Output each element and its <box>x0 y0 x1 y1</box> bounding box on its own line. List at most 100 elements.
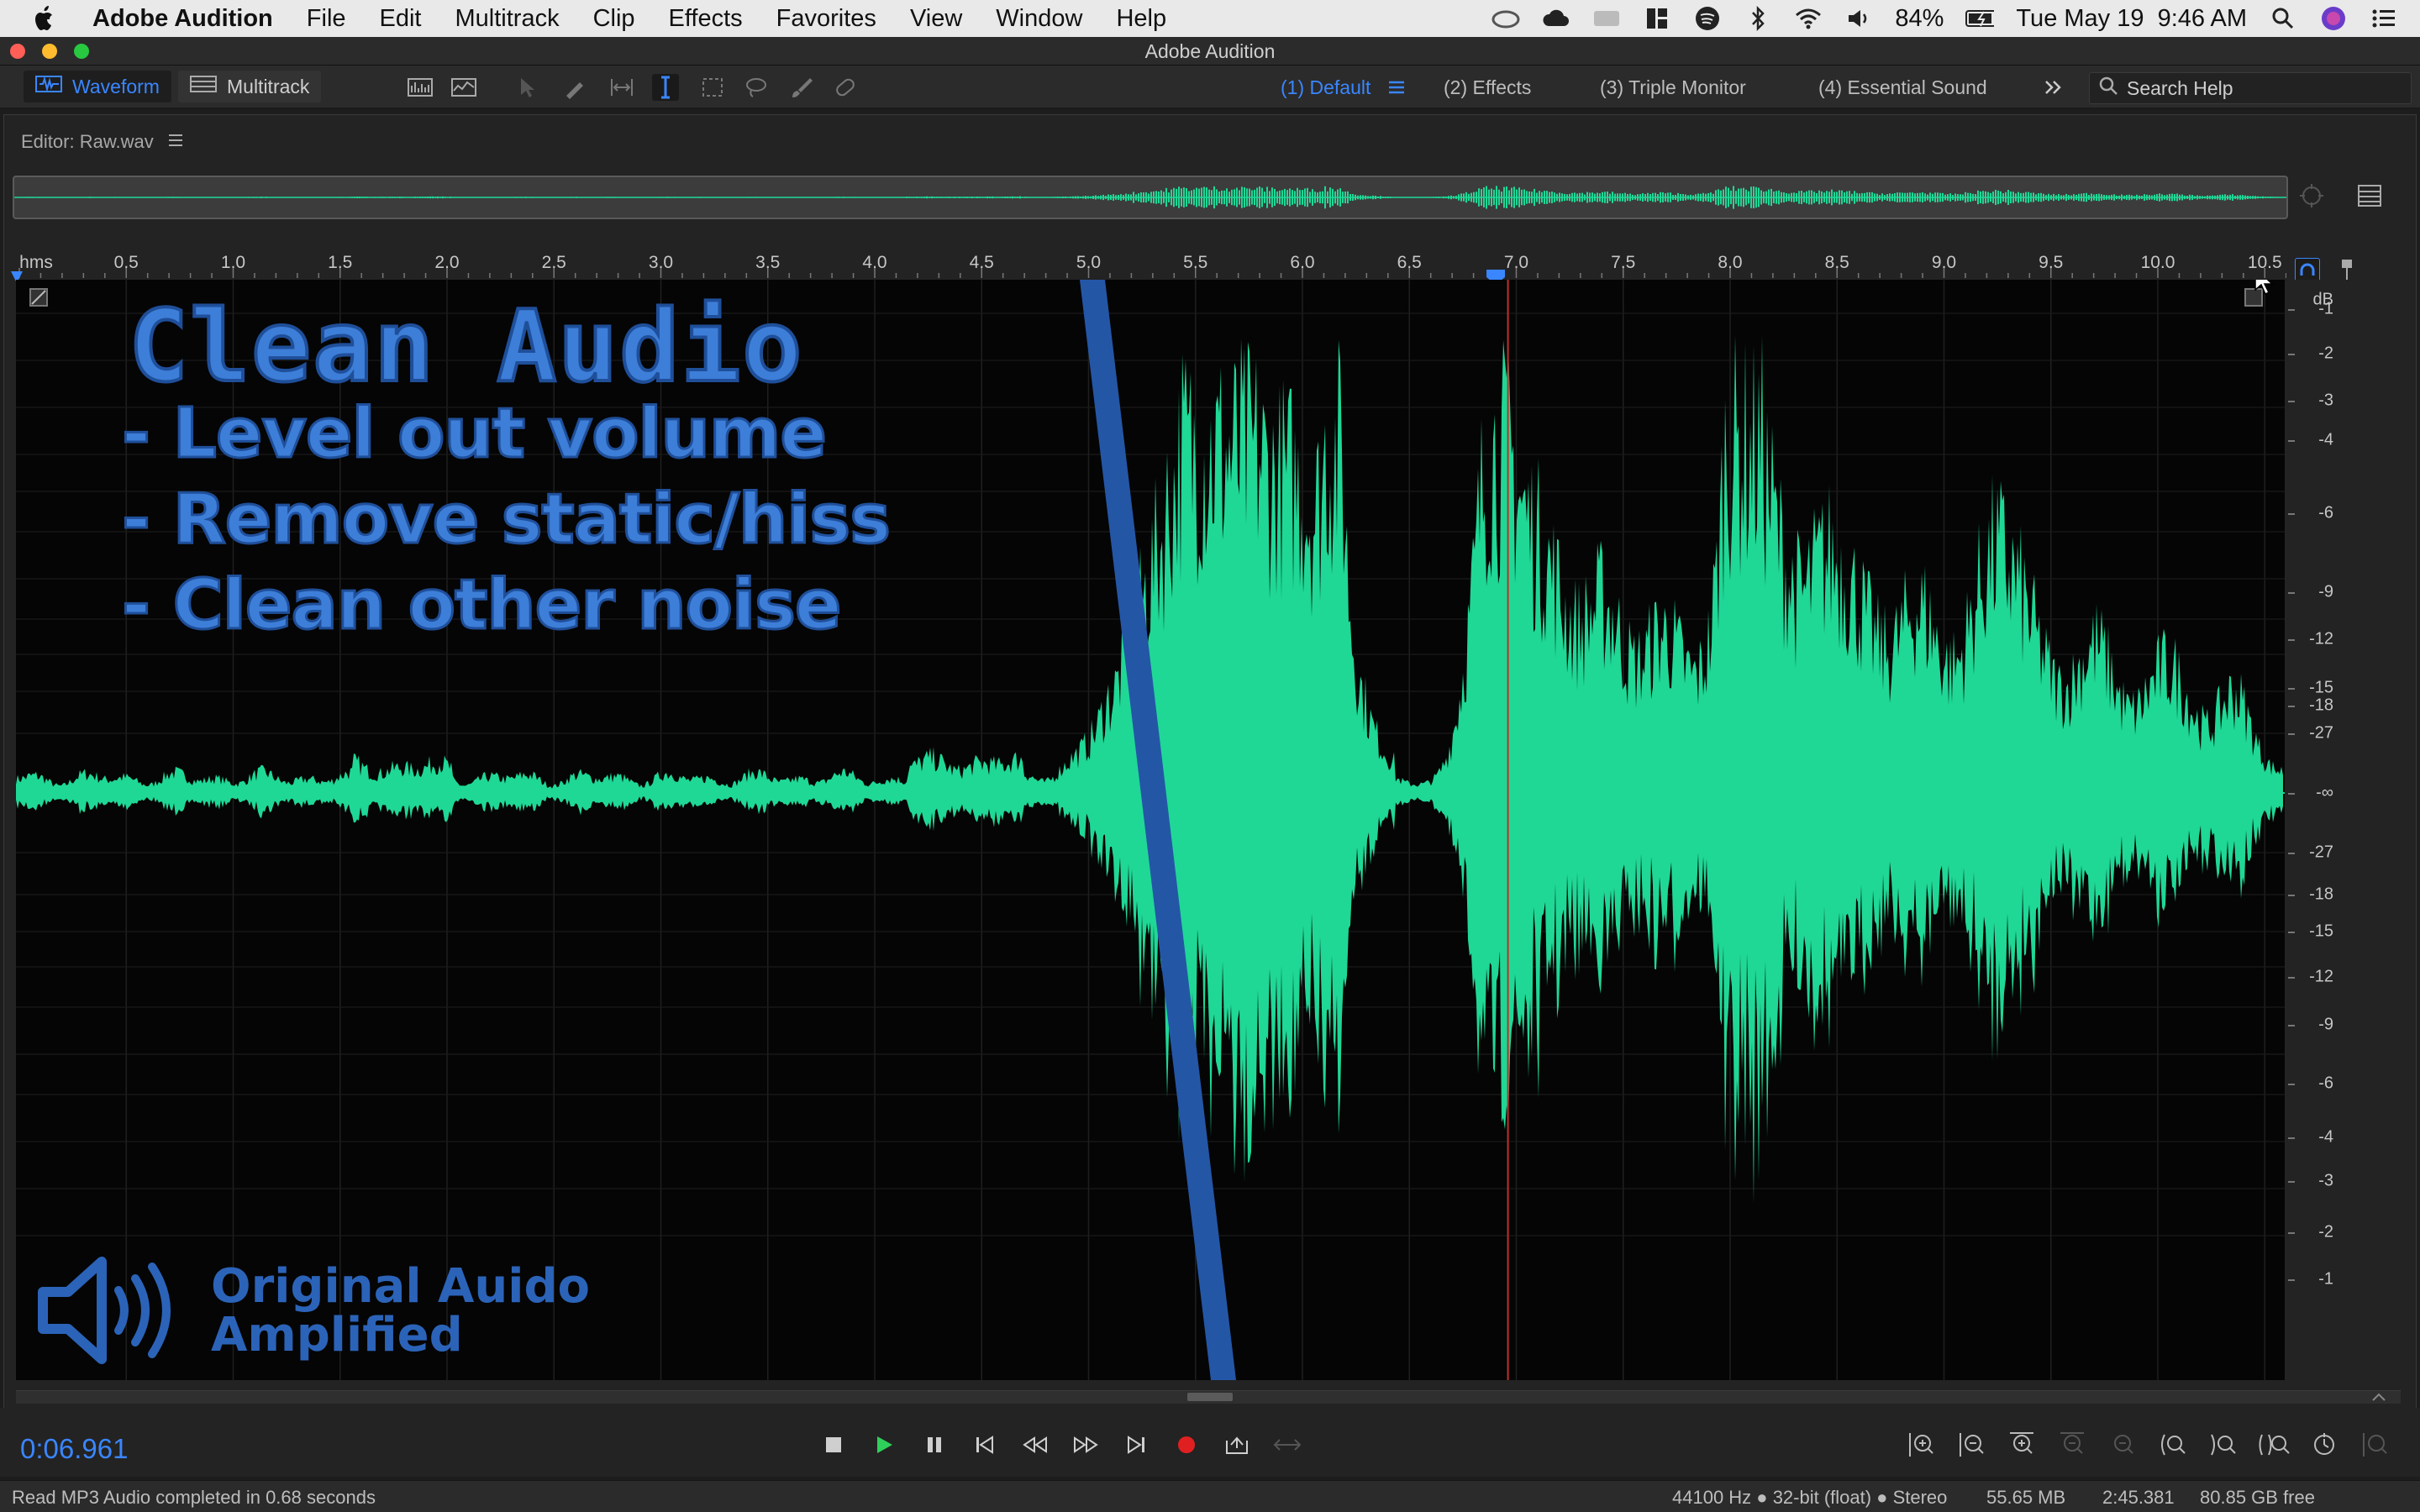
menu-edit[interactable]: Edit <box>380 5 422 33</box>
spotify-icon[interactable] <box>1693 6 1722 31</box>
ruler-tick-label: 4.5 <box>969 253 994 272</box>
cloud-sync-icon[interactable] <box>1542 6 1570 31</box>
db-scale-label: -18 <box>2309 696 2333 715</box>
db-scale-label: -18 <box>2309 885 2333 904</box>
close-window-button[interactable] <box>10 44 25 59</box>
lasso-selection-icon[interactable] <box>743 74 770 101</box>
slip-tool-icon[interactable] <box>608 74 635 101</box>
editor-title[interactable]: Editor: Raw.wav <box>21 131 154 153</box>
creative-cloud-icon[interactable] <box>1491 6 1520 31</box>
zoom-selection-icon[interactable] <box>2257 1428 2291 1462</box>
panel-menu-icon[interactable] <box>167 131 184 153</box>
previous-button[interactable] <box>968 1428 1002 1462</box>
zoom-out-full-icon[interactable] <box>2106 1428 2139 1462</box>
horizontal-scrollbar[interactable] <box>16 1390 2401 1404</box>
ruler-tick-label: 7.5 <box>1611 253 1636 272</box>
volume-icon[interactable] <box>1844 6 1873 31</box>
razor-tool-icon[interactable] <box>561 74 588 101</box>
pause-button[interactable] <box>918 1428 951 1462</box>
overview-options-icon[interactable] <box>2357 184 2382 212</box>
zoom-fit-icon[interactable] <box>2358 1428 2391 1462</box>
menu-multitrack[interactable]: Multitrack <box>455 5 560 33</box>
time-ruler[interactable]: hms 0.5 1.0 1.5 2.0 2.5 3.0 3.5 4.0 4.5 5.0 5.5 6.0… <box>16 253 2286 278</box>
zoom-reset-icon[interactable] <box>2307 1428 2341 1462</box>
db-scale-label: -9 <box>2318 582 2333 601</box>
minimize-window-button[interactable] <box>42 44 57 59</box>
spectral-pitch-icon[interactable] <box>450 74 477 101</box>
multitrack-mode-button[interactable]: Multitrack <box>178 71 322 102</box>
menu-view[interactable]: View <box>910 5 962 33</box>
db-scale-label: -12 <box>2309 967 2333 986</box>
zoom-in-time-icon[interactable] <box>2005 1428 2039 1462</box>
siri-icon[interactable] <box>2319 6 2348 31</box>
search-help-field[interactable]: Search Help <box>2089 72 2412 104</box>
menu-help[interactable]: Help <box>1116 5 1166 33</box>
transport-bar: 0:06.961 <box>0 1408 2420 1477</box>
status-file-size: 55.65 MB <box>1986 1487 2066 1508</box>
zoom-out-time-icon[interactable] <box>2055 1428 2089 1462</box>
loop-playback-button[interactable] <box>1220 1428 1254 1462</box>
move-tool-icon[interactable] <box>514 74 541 101</box>
ruler-tick-label: 6.5 <box>1397 253 1422 272</box>
db-scale-tick <box>2288 639 2295 641</box>
workspace-triple-monitor[interactable]: (3) Triple Monitor <box>1600 74 1746 101</box>
zoom-in-at-start-icon[interactable] <box>2156 1428 2190 1462</box>
wifi-icon[interactable] <box>1794 6 1823 31</box>
db-scale-tick <box>2288 932 2295 933</box>
spectral-frequency-icon[interactable] <box>407 74 434 101</box>
fade-in-handle-icon[interactable] <box>29 288 48 307</box>
zoom-in-amplitude-icon[interactable] <box>1904 1428 1938 1462</box>
spotlight-search-icon[interactable] <box>2269 6 2297 31</box>
status-free-space: 80.85 GB free <box>2200 1487 2315 1508</box>
dashboard-icon[interactable] <box>1643 6 1671 31</box>
mouse-cursor-icon <box>2254 280 2277 301</box>
bluetooth-icon[interactable] <box>1744 6 1772 31</box>
zoom-out-amplitude-icon[interactable] <box>1954 1428 1988 1462</box>
keyboard-icon[interactable] <box>1592 6 1621 31</box>
menu-clip[interactable]: Clip <box>593 5 635 33</box>
menubar-datetime[interactable]: Tue May 19 9:46 AM <box>2016 5 2247 33</box>
waveform-mode-button[interactable]: Waveform <box>24 71 171 102</box>
workspace-menu-icon[interactable] <box>1383 74 1410 101</box>
workspace-effects[interactable]: (2) Effects <box>1444 74 1531 101</box>
menu-favorites[interactable]: Favorites <box>776 5 876 33</box>
ruler-tick-label: 9.0 <box>1931 253 1957 272</box>
play-button[interactable] <box>867 1428 901 1462</box>
menu-window[interactable]: Window <box>996 5 1082 33</box>
notification-center-icon[interactable] <box>2370 6 2398 31</box>
zoom-in-at-end-icon[interactable] <box>2207 1428 2240 1462</box>
overview-waveform-bar[interactable] <box>13 176 2288 219</box>
record-button[interactable] <box>1170 1428 1203 1462</box>
waveform-display[interactable]: Clean Audio - Level out volume - Remove … <box>16 280 2285 1380</box>
workspace-default[interactable]: (1) Default <box>1281 74 1370 101</box>
current-time-display[interactable]: 0:06.961 <box>20 1433 128 1465</box>
zoom-to-selection-icon[interactable] <box>2298 182 2328 217</box>
menu-file[interactable]: File <box>307 5 346 33</box>
battery-icon[interactable] <box>1965 6 1995 31</box>
apple-icon[interactable] <box>29 0 60 37</box>
ruler-tick-label: 6.0 <box>1290 253 1315 272</box>
db-scale-label: -1 <box>2318 299 2333 318</box>
stop-button[interactable] <box>817 1428 850 1462</box>
caption-line-1: Original Auido <box>211 1259 591 1314</box>
fast-forward-button[interactable] <box>1069 1428 1102 1462</box>
skip-selection-button[interactable] <box>1270 1428 1304 1462</box>
workspace-essential-sound[interactable]: (4) Essential Sound <box>1818 74 1987 101</box>
collapse-arrow-icon[interactable] <box>2370 1391 2387 1407</box>
spot-healing-brush-icon[interactable] <box>832 74 859 101</box>
ruler-tick-label: 10.5 <box>2247 253 2282 272</box>
menu-effects[interactable]: Effects <box>669 5 743 33</box>
menu-app-name[interactable]: Adobe Audition <box>92 5 273 33</box>
time-selection-tool-icon[interactable] <box>652 74 679 101</box>
rewind-button[interactable] <box>1018 1428 1052 1462</box>
marquee-selection-icon[interactable] <box>699 74 726 101</box>
paintbrush-selection-icon[interactable] <box>788 74 815 101</box>
db-scale-label: -27 <box>2309 843 2333 862</box>
ruler-tick-label: 4.0 <box>862 253 887 272</box>
more-workspaces-icon[interactable] <box>2040 74 2067 101</box>
zoom-window-button[interactable] <box>74 44 89 59</box>
scroll-thumb[interactable] <box>1187 1393 1233 1401</box>
next-button[interactable] <box>1119 1428 1153 1462</box>
search-help-placeholder: Search Help <box>2127 76 2233 99</box>
caption-line-2: Amplified <box>211 1308 463 1362</box>
